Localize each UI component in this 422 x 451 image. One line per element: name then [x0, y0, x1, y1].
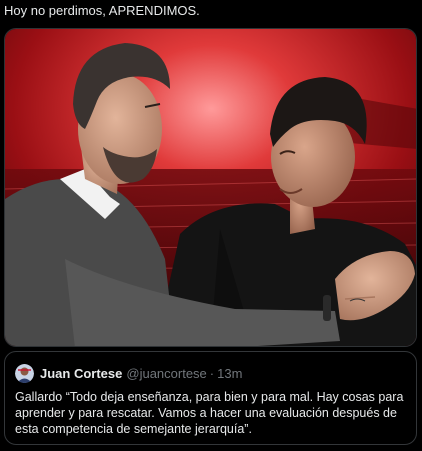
quoted-author-handle[interactable]: @juancortese: [126, 366, 206, 381]
post-text: Hoy no perdimos, APRENDIMOS.: [4, 3, 200, 18]
avatar[interactable]: [15, 363, 34, 383]
quoted-post-card[interactable]: Juan Cortese @juancortese · 13m Gallardo…: [4, 351, 417, 445]
quoted-post-text: Gallardo “Todo deja enseñanza, para bien…: [15, 390, 404, 436]
separator-dot: ·: [209, 365, 215, 381]
quoted-post-time[interactable]: 13m: [217, 366, 242, 381]
post-media-image[interactable]: [4, 28, 417, 347]
photo-two-men-embracing: [5, 29, 416, 346]
quoted-author-name[interactable]: Juan Cortese: [40, 366, 122, 381]
quoted-post-header: Juan Cortese @juancortese · 13m: [15, 363, 242, 383]
